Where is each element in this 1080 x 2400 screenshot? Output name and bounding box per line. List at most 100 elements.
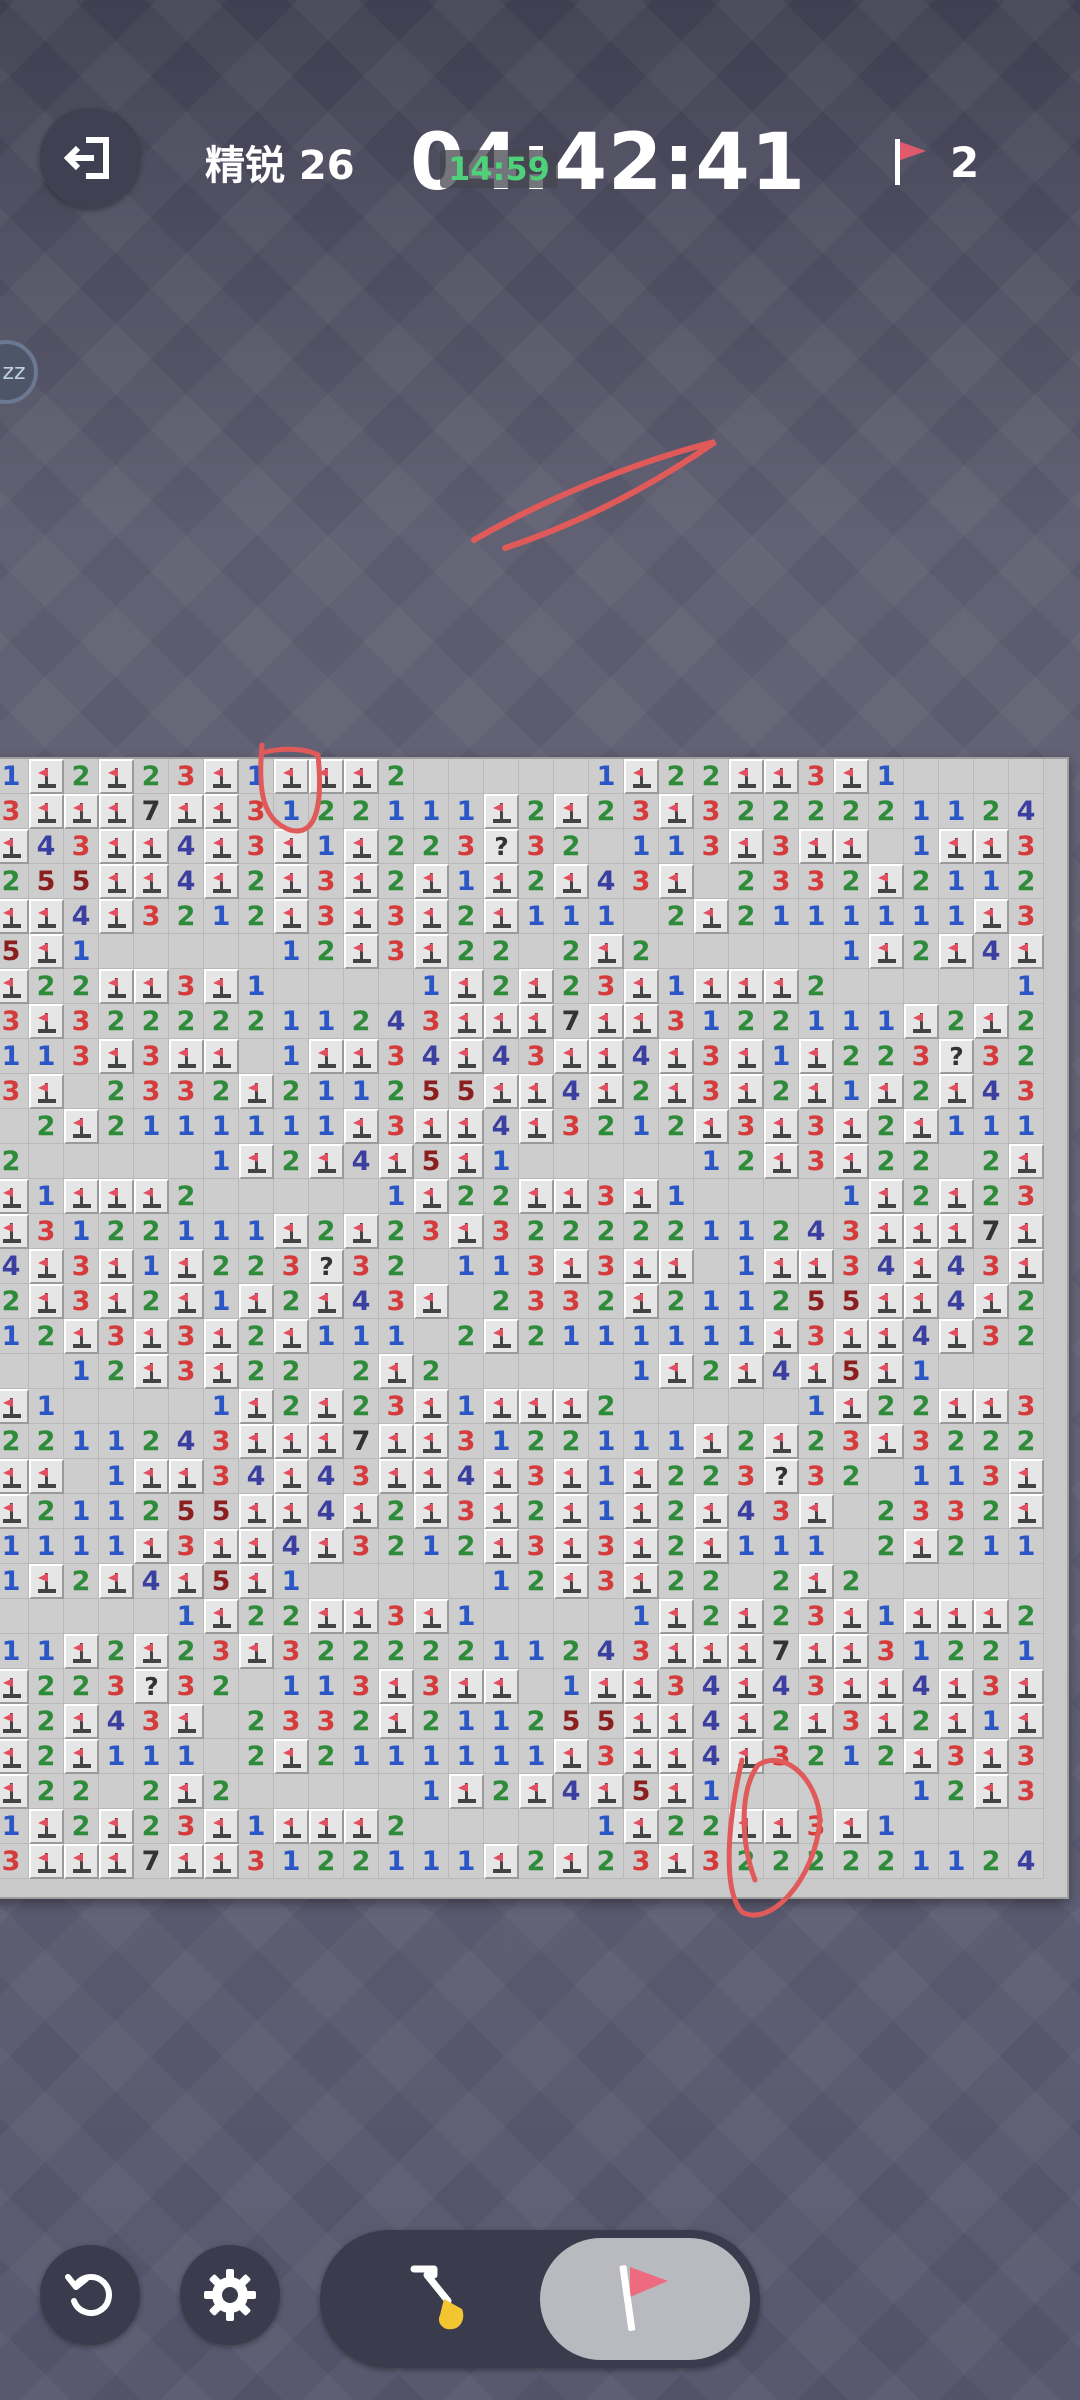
flag-cell[interactable]: [869, 934, 904, 969]
side-bubble[interactable]: zz: [0, 340, 38, 404]
question-cell[interactable]: ?: [939, 1039, 974, 1074]
number-cell[interactable]: 1: [0, 759, 29, 794]
number-cell[interactable]: 1: [589, 899, 624, 934]
number-cell[interactable]: 4: [1009, 794, 1044, 829]
number-cell[interactable]: 2: [589, 1109, 624, 1144]
empty-cell[interactable]: [204, 934, 239, 969]
number-cell[interactable]: 2: [99, 1214, 134, 1249]
number-cell[interactable]: 3: [974, 1319, 1009, 1354]
number-cell[interactable]: 2: [589, 1389, 624, 1424]
empty-cell[interactable]: [869, 969, 904, 1004]
number-cell[interactable]: 1: [834, 899, 869, 934]
number-cell[interactable]: 1: [309, 829, 344, 864]
flag-cell[interactable]: [379, 1669, 414, 1704]
number-cell[interactable]: 4: [729, 1494, 764, 1529]
flag-cell[interactable]: [974, 1284, 1009, 1319]
number-cell[interactable]: 3: [379, 1039, 414, 1074]
number-cell[interactable]: 1: [904, 794, 939, 829]
flag-cell[interactable]: [869, 1704, 904, 1739]
flag-cell[interactable]: [99, 1564, 134, 1599]
number-cell[interactable]: 2: [729, 864, 764, 899]
number-cell[interactable]: 1: [449, 1249, 484, 1284]
flag-cell[interactable]: [309, 1039, 344, 1074]
number-cell[interactable]: 2: [29, 1319, 64, 1354]
number-cell[interactable]: 2: [379, 829, 414, 864]
number-cell[interactable]: 1: [414, 969, 449, 1004]
number-cell[interactable]: 3: [554, 1109, 589, 1144]
number-cell[interactable]: 2: [729, 1424, 764, 1459]
flag-cell[interactable]: [764, 1109, 799, 1144]
number-cell[interactable]: 2: [869, 1494, 904, 1529]
flag-cell[interactable]: [449, 969, 484, 1004]
number-cell[interactable]: 2: [799, 1424, 834, 1459]
flag-cell[interactable]: [0, 1459, 29, 1494]
flag-cell[interactable]: [169, 1284, 204, 1319]
empty-cell[interactable]: [379, 969, 414, 1004]
flag-cell[interactable]: [659, 1599, 694, 1634]
number-cell[interactable]: 2: [134, 1004, 169, 1039]
number-cell[interactable]: 4: [939, 1249, 974, 1284]
number-cell[interactable]: 4: [344, 1284, 379, 1319]
empty-cell[interactable]: [659, 1144, 694, 1179]
flag-cell[interactable]: [519, 1074, 554, 1109]
flag-cell[interactable]: [1009, 934, 1044, 969]
number-cell[interactable]: 2: [729, 899, 764, 934]
empty-cell[interactable]: [764, 1389, 799, 1424]
flag-cell[interactable]: [449, 1109, 484, 1144]
flag-cell[interactable]: [764, 759, 799, 794]
number-cell[interactable]: 2: [974, 1179, 1009, 1214]
number-cell[interactable]: 3: [344, 1249, 379, 1284]
flag-cell[interactable]: [624, 969, 659, 1004]
number-cell[interactable]: 3: [834, 1214, 869, 1249]
flag-cell[interactable]: [344, 1494, 379, 1529]
number-cell[interactable]: 1: [764, 1039, 799, 1074]
number-cell[interactable]: 3: [834, 1704, 869, 1739]
flag-cell[interactable]: [589, 1004, 624, 1039]
flag-cell[interactable]: [589, 1669, 624, 1704]
number-cell[interactable]: 3: [834, 1424, 869, 1459]
number-cell[interactable]: 1: [274, 1109, 309, 1144]
empty-cell[interactable]: [729, 1389, 764, 1424]
number-cell[interactable]: 2: [134, 1494, 169, 1529]
number-cell[interactable]: 1: [169, 1739, 204, 1774]
number-cell[interactable]: 3: [799, 1144, 834, 1179]
flag-cell[interactable]: [204, 1844, 239, 1879]
number-cell[interactable]: 2: [344, 1389, 379, 1424]
empty-cell[interactable]: [974, 759, 1009, 794]
number-cell[interactable]: 1: [939, 899, 974, 934]
number-cell[interactable]: 2: [554, 969, 589, 1004]
number-cell[interactable]: 2: [134, 1774, 169, 1809]
flag-cell[interactable]: [169, 1704, 204, 1739]
number-cell[interactable]: 2: [869, 1109, 904, 1144]
number-cell[interactable]: 1: [274, 1039, 309, 1074]
number-cell[interactable]: 1: [694, 1144, 729, 1179]
number-cell[interactable]: 2: [134, 1424, 169, 1459]
empty-cell[interactable]: [134, 1599, 169, 1634]
flag-cell[interactable]: [309, 1424, 344, 1459]
flag-cell[interactable]: [379, 1144, 414, 1179]
empty-cell[interactable]: [904, 1809, 939, 1844]
flag-cell[interactable]: [169, 1844, 204, 1879]
empty-cell[interactable]: [519, 1599, 554, 1634]
flag-cell[interactable]: [239, 1424, 274, 1459]
empty-cell[interactable]: [239, 1669, 274, 1704]
flag-cell[interactable]: [939, 1319, 974, 1354]
number-cell[interactable]: 1: [449, 1739, 484, 1774]
number-cell[interactable]: 1: [309, 1109, 344, 1144]
flag-cell[interactable]: [519, 1004, 554, 1039]
flag-cell[interactable]: [99, 899, 134, 934]
empty-cell[interactable]: [99, 1774, 134, 1809]
number-cell[interactable]: 2: [589, 1844, 624, 1879]
number-cell[interactable]: 2: [134, 1214, 169, 1249]
flag-cell[interactable]: [134, 969, 169, 1004]
number-cell[interactable]: 1: [64, 934, 99, 969]
empty-cell[interactable]: [939, 1809, 974, 1844]
empty-cell[interactable]: [1009, 1809, 1044, 1844]
number-cell[interactable]: 2: [64, 969, 99, 1004]
number-cell[interactable]: 1: [449, 1599, 484, 1634]
flag-cell[interactable]: [939, 1214, 974, 1249]
flag-cell[interactable]: [134, 1179, 169, 1214]
flag-cell[interactable]: [554, 794, 589, 829]
number-cell[interactable]: 2: [204, 1249, 239, 1284]
empty-cell[interactable]: [239, 1179, 274, 1214]
